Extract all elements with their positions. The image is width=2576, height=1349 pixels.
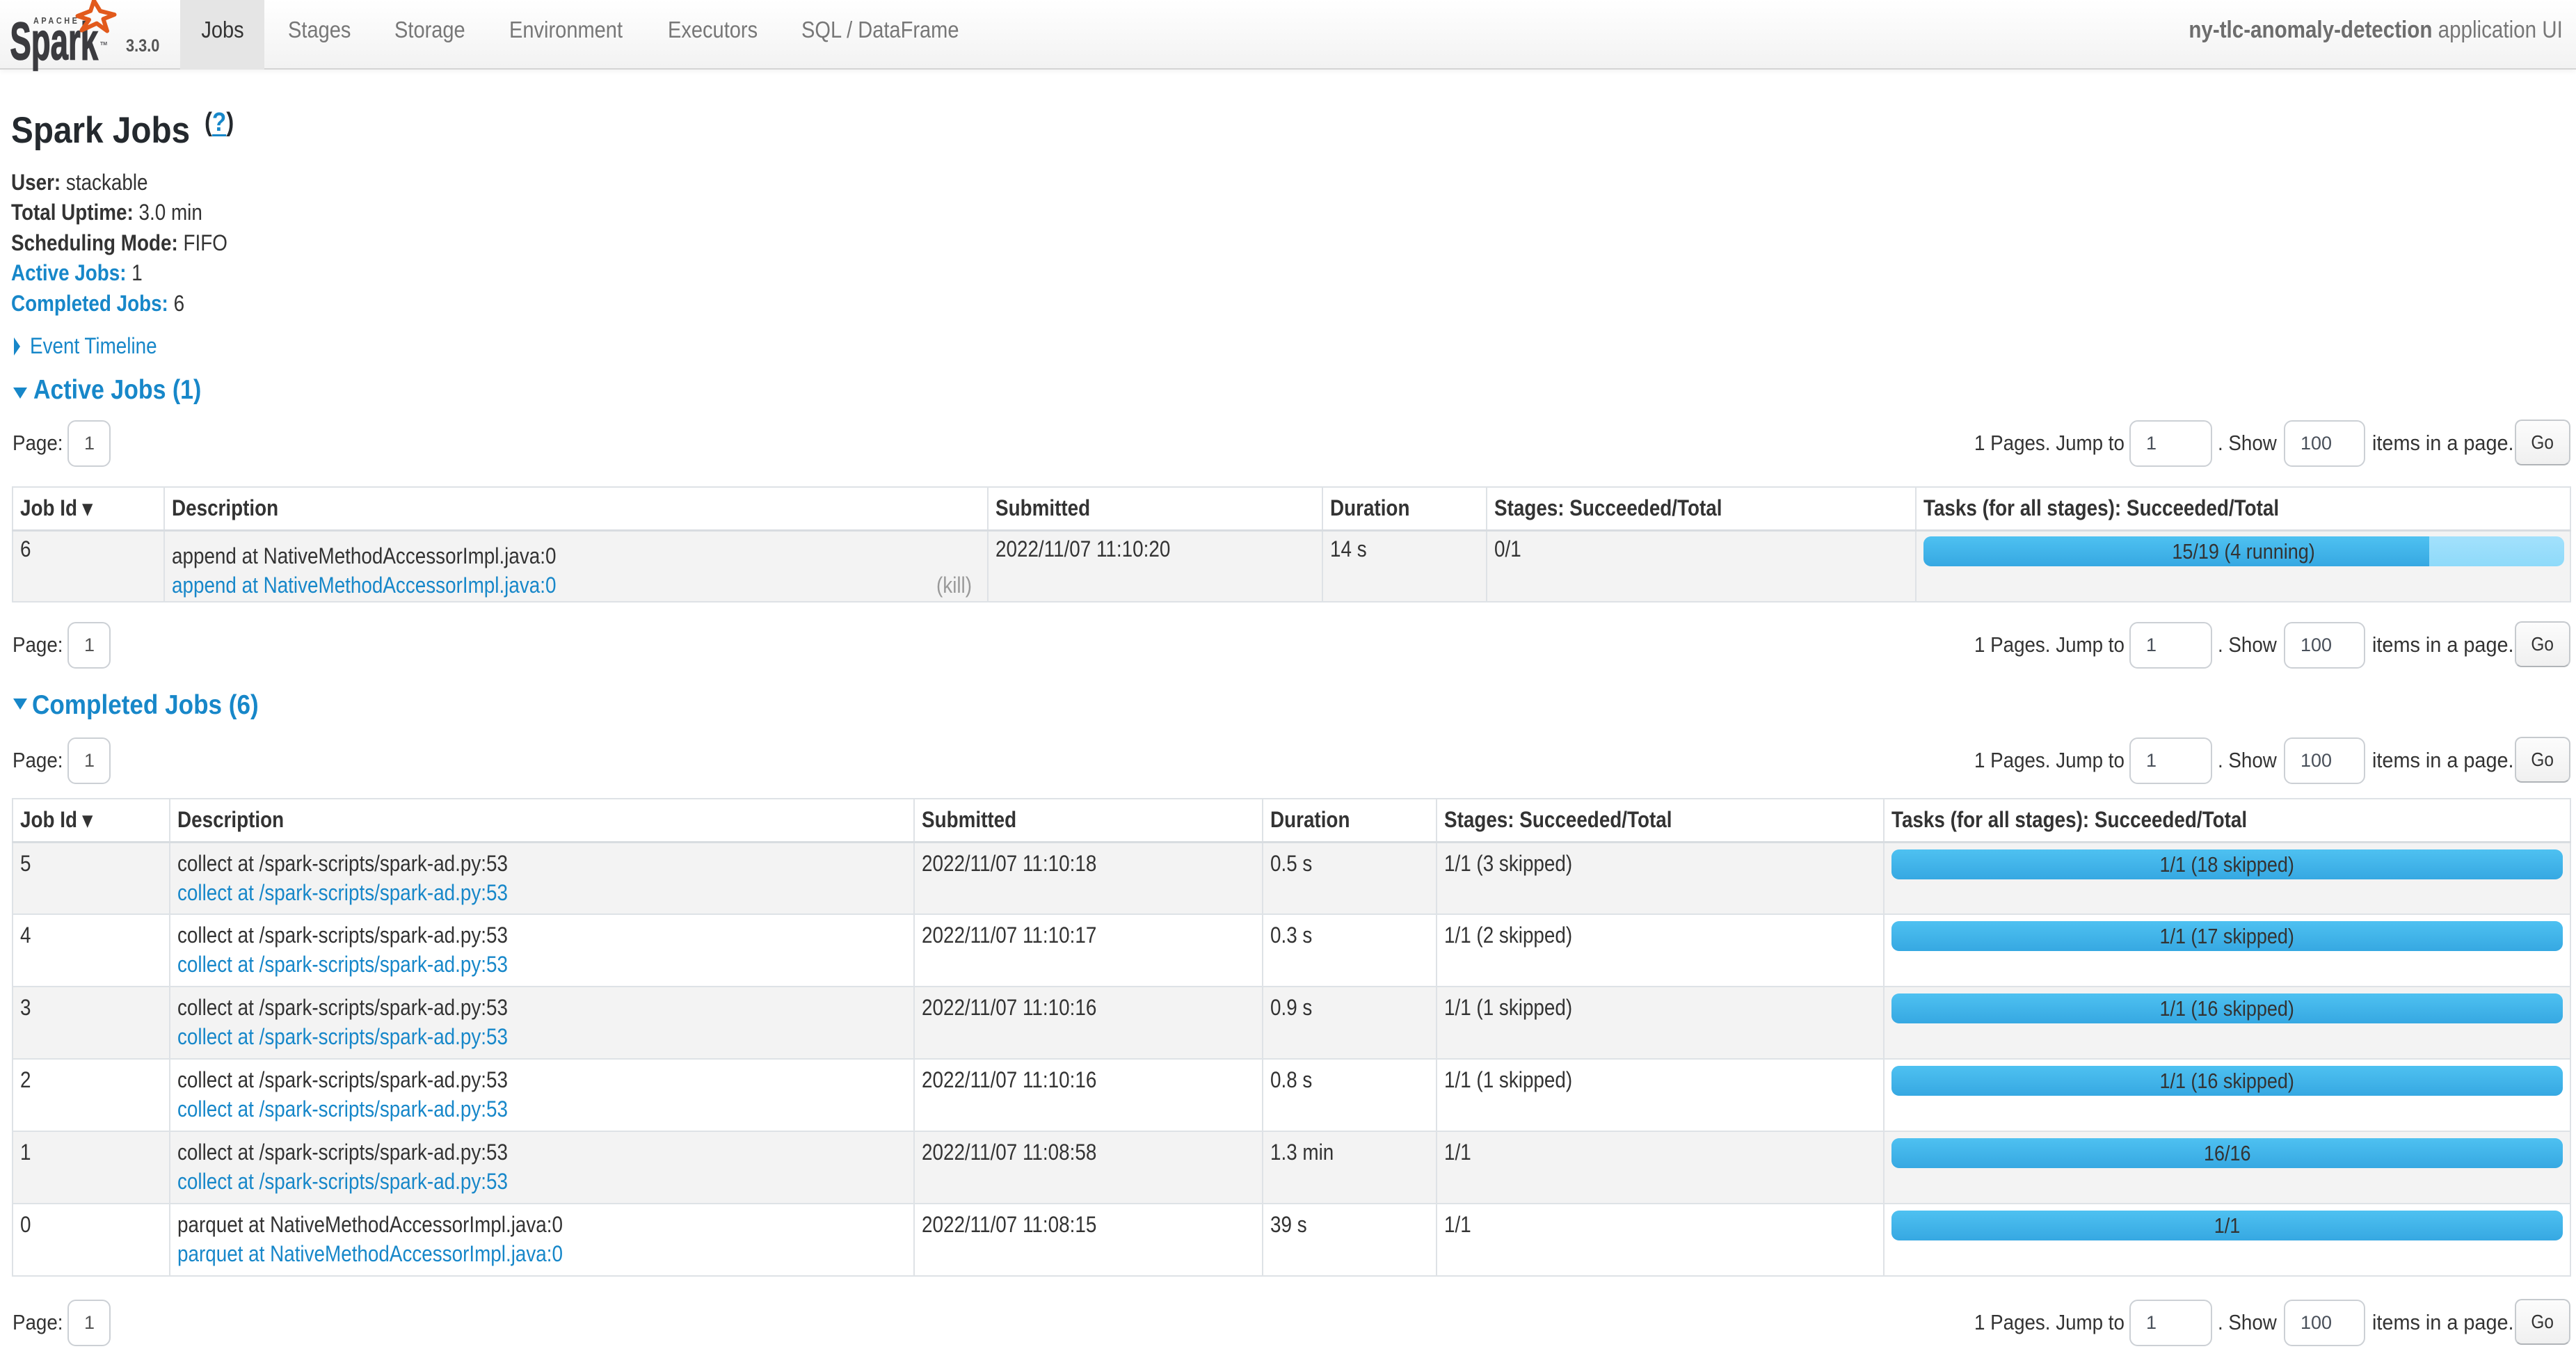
svg-text:TM: TM [100, 42, 107, 47]
svg-text:Spark: Spark [10, 12, 98, 71]
